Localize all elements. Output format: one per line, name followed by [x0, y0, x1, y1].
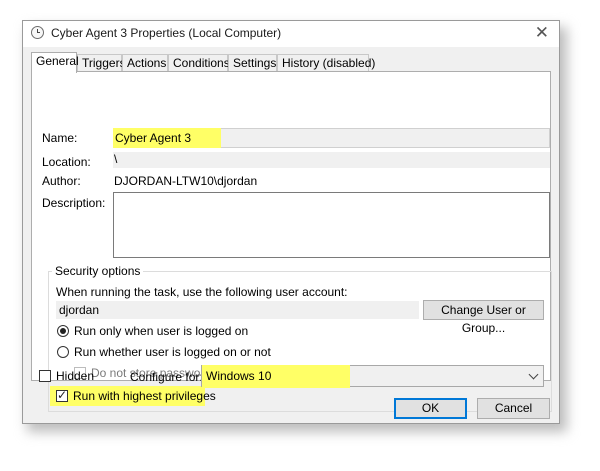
author-value: DJORDAN-LTW10\djordan — [114, 174, 258, 188]
security-options-title: Security options — [52, 264, 144, 278]
configure-for-value: Windows 10 — [206, 369, 272, 383]
account-prompt: When running the task, use the following… — [56, 285, 348, 299]
hidden-checkbox[interactable] — [39, 370, 51, 382]
tab-history[interactable]: History (disabled) — [277, 54, 375, 71]
general-panel: Name: Cyber Agent 3 Location: \ Author: … — [31, 71, 552, 412]
highest-privileges-checkbox[interactable] — [56, 388, 68, 402]
close-icon[interactable]: ✕ — [535, 23, 549, 43]
description-label: Description: — [42, 196, 106, 210]
location-value: \ — [114, 152, 118, 166]
configure-for-label: Configure for: — [130, 370, 203, 384]
configure-for-select[interactable]: Windows 10 — [201, 365, 544, 388]
radio-whether-label[interactable]: Run whether user is logged on or not — [74, 345, 271, 359]
name-field[interactable]: Cyber Agent 3 — [113, 128, 221, 148]
hidden-label[interactable]: Hidden — [56, 369, 94, 383]
tab-actions[interactable]: Actions — [122, 54, 168, 71]
tab-triggers[interactable]: Triggers — [77, 54, 126, 71]
radio-whether-logged-on[interactable] — [57, 346, 69, 358]
cancel-button[interactable]: Cancel — [477, 398, 550, 419]
author-label: Author: — [42, 174, 81, 188]
location-label: Location: — [42, 155, 91, 169]
name-label: Name: — [42, 131, 78, 145]
title-bar: Cyber Agent 3 Properties (Local Computer… — [23, 21, 559, 47]
radio-logged-on[interactable] — [57, 325, 69, 337]
ok-button[interactable]: OK — [394, 398, 467, 419]
window-title: Cyber Agent 3 Properties (Local Computer… — [51, 26, 282, 40]
tab-settings[interactable]: Settings — [228, 54, 277, 71]
description-field[interactable] — [113, 192, 550, 258]
tab-conditions[interactable]: Conditions — [168, 54, 230, 71]
radio-logged-on-label[interactable]: Run only when user is logged on — [74, 324, 248, 338]
properties-dialog: Cyber Agent 3 Properties (Local Computer… — [22, 20, 560, 424]
location-field — [113, 152, 550, 168]
user-account-field: djordan — [56, 301, 419, 319]
tab-general[interactable]: General — [31, 52, 79, 73]
clock-icon — [31, 26, 44, 39]
highest-privileges-label[interactable]: Run with highest privileges — [73, 389, 216, 403]
chevron-down-icon — [528, 369, 539, 380]
change-user-button[interactable]: Change User or Group... — [423, 300, 544, 335]
